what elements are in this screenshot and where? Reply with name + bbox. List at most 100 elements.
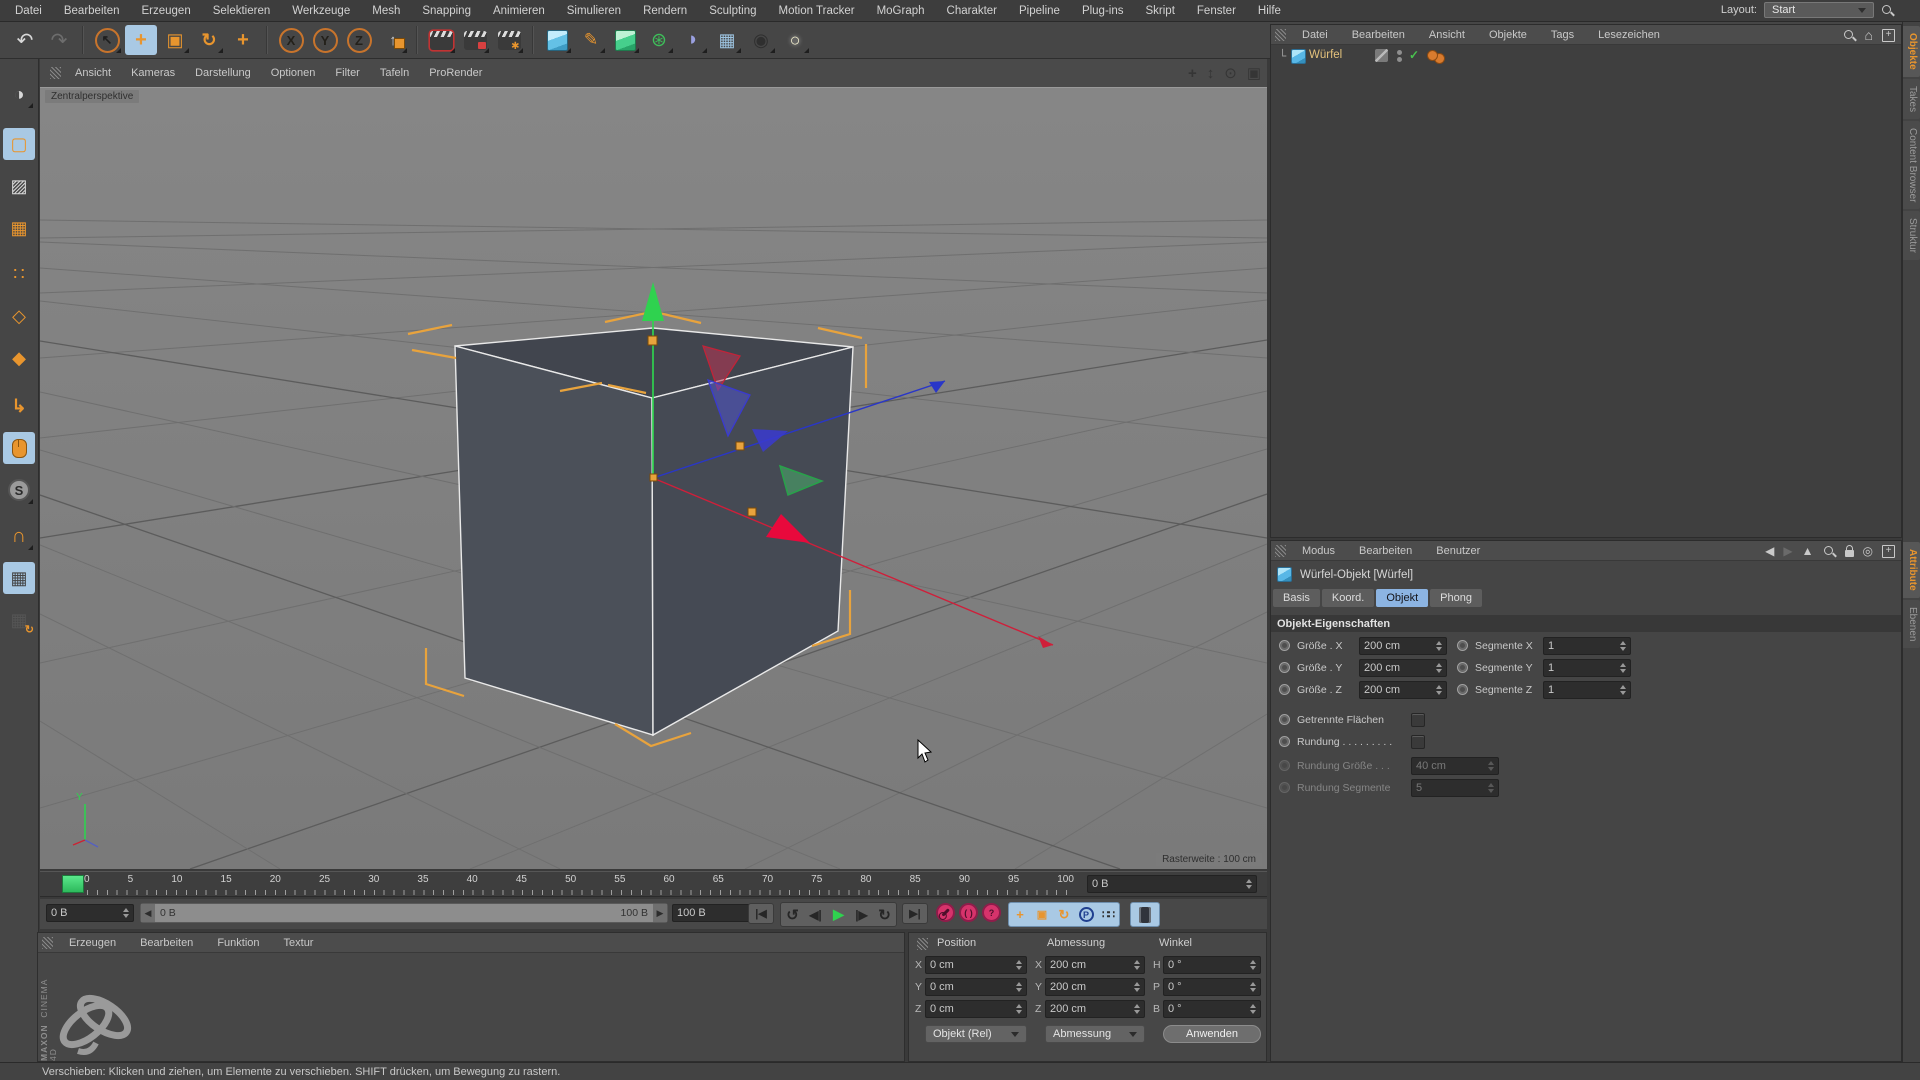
material-menu-item-textur[interactable]: Textur bbox=[272, 937, 326, 949]
ruler-tick-label-60[interactable]: 60 bbox=[664, 874, 675, 885]
attribute-tab-objekt[interactable]: Objekt bbox=[1376, 589, 1429, 607]
apply-button[interactable]: Anwenden bbox=[1163, 1025, 1261, 1043]
subdivision-surface-icon[interactable] bbox=[609, 25, 641, 55]
render-settings-icon[interactable] bbox=[493, 25, 525, 55]
ruler-tick-label-30[interactable]: 30 bbox=[368, 874, 379, 885]
mograph-icon[interactable]: ⊛ bbox=[643, 25, 675, 55]
snap-icon[interactable]: ∩ bbox=[3, 520, 35, 552]
panel-grip-icon[interactable] bbox=[1275, 28, 1286, 41]
model-mode-icon[interactable]: ▢ bbox=[3, 128, 35, 160]
spinner-icon[interactable] bbox=[1246, 879, 1252, 889]
menubar-item-fenster[interactable]: Fenster bbox=[1186, 5, 1247, 17]
goto-end-icon[interactable]: ▶| bbox=[902, 903, 928, 924]
range-start-handle[interactable]: ◀ bbox=[141, 904, 155, 922]
orbit-icon[interactable]: ⊙ bbox=[1224, 64, 1237, 82]
viewport-menu-item-tafeln[interactable]: Tafeln bbox=[370, 67, 419, 79]
workplane-mode-icon[interactable]: ▦ bbox=[3, 212, 35, 244]
edges-mode-icon[interactable]: ◇ bbox=[3, 300, 35, 332]
section-header[interactable]: Objekt-Eigenschaften bbox=[1271, 615, 1901, 632]
ruler-tick-label-100[interactable]: 100 bbox=[1057, 874, 1074, 885]
tweak-mode-icon[interactable] bbox=[3, 432, 35, 464]
menubar-item-simulieren[interactable]: Simulieren bbox=[556, 5, 632, 17]
panel-grip-icon[interactable] bbox=[42, 936, 53, 949]
menubar-item-sculpting[interactable]: Sculpting bbox=[698, 5, 767, 17]
key-parameter-icon[interactable]: P bbox=[1075, 907, 1097, 922]
panel-grip-icon[interactable] bbox=[1275, 544, 1286, 557]
enabled-check-icon[interactable]: ✓ bbox=[1409, 48, 1419, 62]
material-menu-item-funktion[interactable]: Funktion bbox=[205, 937, 271, 949]
live-selection-icon[interactable]: ↖ bbox=[91, 25, 123, 55]
undo-icon[interactable]: ↶ bbox=[9, 25, 41, 55]
search-icon[interactable] bbox=[1823, 545, 1836, 558]
key-rotation-icon[interactable]: ↻ bbox=[1053, 907, 1075, 923]
menubar-item-mesh[interactable]: Mesh bbox=[361, 5, 411, 17]
keyframe-circle[interactable] bbox=[1279, 736, 1290, 747]
menubar-item-datei[interactable]: Datei bbox=[4, 5, 53, 17]
light-icon[interactable]: ○ bbox=[779, 25, 811, 55]
lock-workplane-icon[interactable]: ▦ bbox=[3, 562, 35, 594]
side-tab-struktur[interactable]: Struktur bbox=[1903, 211, 1920, 261]
coordinate-system-icon[interactable]: ↑ bbox=[377, 25, 409, 55]
size-y-field[interactable]: 200 cm bbox=[1045, 978, 1145, 996]
menubar-item-hilfe[interactable]: Hilfe bbox=[1247, 5, 1292, 17]
solo-mode-icon[interactable]: S bbox=[3, 474, 35, 506]
layout-dropdown[interactable]: Start bbox=[1764, 2, 1874, 18]
texture-tag-icon[interactable] bbox=[1375, 49, 1388, 62]
panel-grip-icon[interactable] bbox=[50, 67, 61, 79]
spline-pen-icon[interactable]: ✎ bbox=[575, 25, 607, 55]
axis-mode-icon[interactable]: ↳ bbox=[3, 390, 35, 422]
ruler-tick-label-35[interactable]: 35 bbox=[417, 874, 428, 885]
position-y-field[interactable]: 0 cm bbox=[925, 978, 1027, 996]
ruler-tick-label-65[interactable]: 65 bbox=[713, 874, 724, 885]
position-mode-dropdown[interactable]: Objekt (Rel) bbox=[925, 1025, 1027, 1043]
object-manager-menu-item-lesezeichen[interactable]: Lesezeichen bbox=[1586, 29, 1672, 41]
menubar-item-skript[interactable]: Skript bbox=[1135, 5, 1186, 17]
angle-h-field[interactable]: 0 ° bbox=[1163, 956, 1261, 974]
fillet-checkbox[interactable] bbox=[1411, 735, 1425, 749]
viewport-menu-item-prorender[interactable]: ProRender bbox=[419, 67, 492, 79]
keyframe-circle[interactable] bbox=[1457, 640, 1468, 651]
attribute-tab-phong[interactable]: Phong bbox=[1430, 589, 1482, 607]
object-row[interactable]: └ Würfel ✓ bbox=[1271, 47, 1901, 66]
attribute-menu-item-benutzer[interactable]: Benutzer bbox=[1424, 545, 1492, 557]
texture-mode-icon[interactable]: ▨ bbox=[3, 170, 35, 202]
ruler-tick-label-55[interactable]: 55 bbox=[614, 874, 625, 885]
size-mode-dropdown[interactable]: Abmessung bbox=[1045, 1025, 1145, 1043]
ruler-tick-label-25[interactable]: 25 bbox=[319, 874, 330, 885]
scale-tool-icon[interactable]: ▣ bbox=[159, 25, 191, 55]
ruler-tick-label-75[interactable]: 75 bbox=[811, 874, 822, 885]
phong-tag-icon[interactable] bbox=[1427, 50, 1438, 61]
render-picture-viewer-icon[interactable] bbox=[459, 25, 491, 55]
object-manager-menu-item-tags[interactable]: Tags bbox=[1539, 29, 1586, 41]
separate-surfaces-checkbox[interactable] bbox=[1411, 713, 1425, 727]
deformer-icon[interactable]: ◗ bbox=[677, 25, 709, 55]
viewport-menu-item-darstellung[interactable]: Darstellung bbox=[185, 67, 261, 79]
material-menu-item-erzeugen[interactable]: Erzeugen bbox=[57, 937, 128, 949]
timeline-playhead[interactable] bbox=[62, 875, 84, 893]
timeline-ruler[interactable]: 0 5 10 15 20 25 30 35 40 45 50 55 60 65 70 75 80 85 90 95 10… bbox=[40, 871, 1267, 897]
environment-icon[interactable]: ▦ bbox=[711, 25, 743, 55]
attribute-tab-koord-[interactable]: Koord. bbox=[1321, 589, 1375, 607]
up-level-icon[interactable]: ▲ bbox=[1802, 544, 1814, 558]
viewport-menu-item-ansicht[interactable]: Ansicht bbox=[65, 67, 121, 79]
history-back-icon[interactable]: ◀ bbox=[1765, 544, 1774, 558]
redo-icon[interactable]: ↷ bbox=[43, 25, 75, 55]
object-manager-menu-item-datei[interactable]: Datei bbox=[1290, 29, 1340, 41]
points-mode-icon[interactable]: ∷ bbox=[3, 258, 35, 290]
size-y-input[interactable]: 200 cm bbox=[1359, 659, 1447, 677]
size-z-input[interactable]: 200 cm bbox=[1359, 681, 1447, 699]
object-manager-menu-item-bearbeiten[interactable]: Bearbeiten bbox=[1340, 29, 1417, 41]
size-x-field[interactable]: 200 cm bbox=[1045, 956, 1145, 974]
material-menu-item-bearbeiten[interactable]: Bearbeiten bbox=[128, 937, 205, 949]
timeline-range-slider[interactable]: ◀ 0 B 100 B ▶ bbox=[140, 903, 668, 923]
render-view-icon[interactable] bbox=[425, 25, 457, 55]
position-x-field[interactable]: 0 cm bbox=[925, 956, 1027, 974]
x-axis-lock-icon[interactable]: X bbox=[275, 25, 307, 55]
y-axis-lock-icon[interactable]: Y bbox=[309, 25, 341, 55]
rotate-workplane-icon[interactable]: ▦ ↻ bbox=[3, 604, 35, 637]
camera-icon[interactable]: ◉ bbox=[745, 25, 777, 55]
menubar-item-mograph[interactable]: MoGraph bbox=[866, 5, 936, 17]
make-editable-icon[interactable]: ◑ bbox=[3, 78, 35, 110]
side-tab-content-browser[interactable]: Content Browser bbox=[1903, 120, 1920, 210]
ruler-tick-label-0[interactable]: 0 bbox=[84, 874, 90, 885]
